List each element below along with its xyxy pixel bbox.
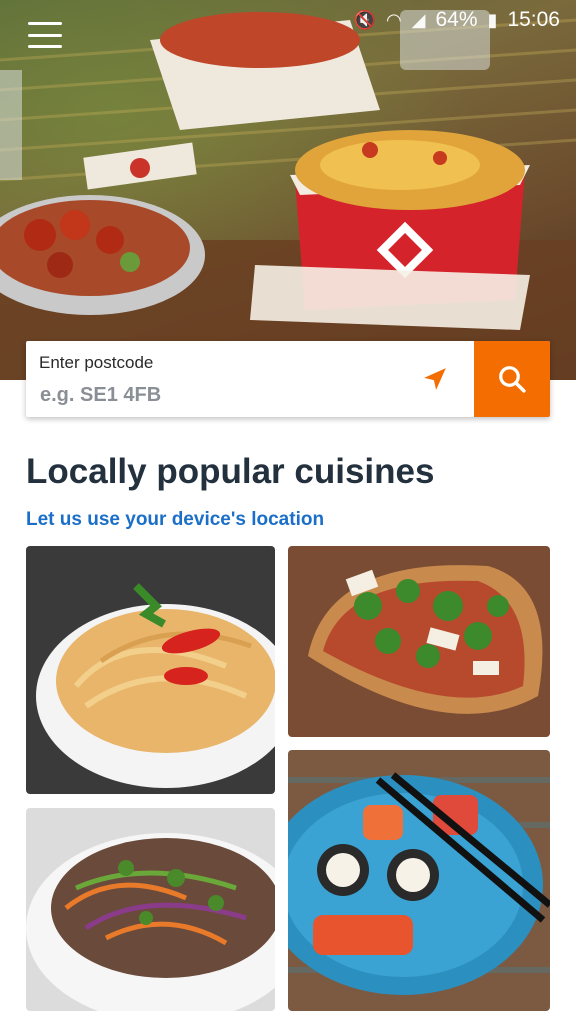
mute-icon: 🔇 bbox=[353, 9, 376, 30]
search-icon bbox=[499, 366, 526, 393]
menu-icon[interactable] bbox=[28, 22, 62, 48]
hero-image: 🔇 ◠ ◢ 64% ▮ 15:06 bbox=[0, 0, 576, 380]
cuisine-tile-salad[interactable] bbox=[26, 808, 275, 1011]
sushi-image bbox=[288, 750, 550, 1011]
postcode-search: Enter postcode bbox=[26, 341, 550, 417]
clock: 15:06 bbox=[507, 8, 560, 31]
postcode-field: Enter postcode bbox=[26, 341, 474, 417]
noodles-image bbox=[26, 546, 275, 794]
salad-image bbox=[26, 808, 275, 1011]
location-arrow-icon[interactable] bbox=[422, 366, 448, 392]
postcode-input[interactable] bbox=[38, 379, 422, 411]
cuisine-tile-pizza[interactable] bbox=[288, 546, 550, 737]
section-title: Locally popular cuisines bbox=[26, 452, 435, 491]
battery-icon: ▮ bbox=[487, 9, 498, 30]
pizza-image bbox=[288, 546, 550, 737]
signal-icon: ◢ bbox=[411, 9, 426, 30]
cuisine-tile-noodles[interactable] bbox=[26, 546, 275, 794]
use-location-link[interactable]: Let us use your device's location bbox=[26, 509, 324, 531]
hero-food-illustration bbox=[0, 10, 576, 380]
status-bar: 🔇 ◠ ◢ 64% ▮ 15:06 bbox=[0, 0, 576, 40]
postcode-label: Enter postcode bbox=[39, 353, 154, 372]
search-button[interactable] bbox=[474, 341, 550, 417]
cuisine-tile-sushi[interactable] bbox=[288, 750, 550, 1011]
battery-percent: 64% bbox=[435, 8, 478, 31]
wifi-icon: ◠ bbox=[385, 9, 402, 30]
